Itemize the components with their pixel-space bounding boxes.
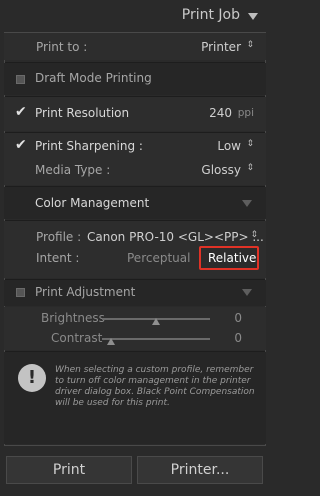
- print-sharpening-row: ✔ Print Sharpening : Low ⇕ Media Type : …: [4, 133, 266, 185]
- updown-arrows-icon[interactable]: ⇕: [246, 140, 254, 149]
- intent-option-relative-label: Relative: [208, 251, 257, 265]
- profile-select[interactable]: Canon PRO-10 <GL><PP> ...: [87, 230, 264, 244]
- brightness-value[interactable]: 0: [234, 311, 242, 325]
- brightness-label: Brightness: [41, 311, 105, 325]
- collapse-triangle-icon[interactable]: [242, 200, 252, 207]
- contrast-slider-knob-icon[interactable]: [107, 338, 115, 345]
- panel-title: Print Job: [181, 7, 240, 23]
- note-line-4: will be used for this print.: [55, 398, 170, 408]
- info-note: ! When selecting a custom profile, remem…: [4, 352, 266, 444]
- intent-option-relative[interactable]: Relative: [199, 246, 259, 270]
- brightness-slider-knob-icon[interactable]: [152, 318, 160, 325]
- print-adjustment-label: Print Adjustment: [35, 285, 136, 299]
- media-type-select[interactable]: Glossy: [201, 163, 241, 177]
- draft-mode-row: Draft Mode Printing: [4, 63, 266, 95]
- print-to-row: Print to : Printer ⇕: [4, 33, 266, 60]
- intent-label: Intent :: [36, 251, 80, 265]
- intent-option-perceptual[interactable]: Perceptual: [127, 251, 190, 265]
- note-line-3: driver dialog box. Black Point Compensat…: [55, 387, 255, 397]
- print-resolution-value[interactable]: 240: [209, 106, 232, 120]
- print-to-select[interactable]: Printer: [201, 40, 241, 54]
- print-sharpening-checkmark-icon[interactable]: ✔: [15, 138, 27, 152]
- collapse-triangle-icon[interactable]: [248, 13, 258, 20]
- print-resolution-label: Print Resolution: [35, 106, 130, 120]
- color-management-header[interactable]: Color Management: [4, 187, 266, 219]
- updown-arrows-icon[interactable]: ⇕: [246, 164, 254, 173]
- panel-header[interactable]: Print Job: [0, 4, 270, 30]
- note-line-2: to turn off color management in the prin…: [55, 376, 251, 386]
- draft-mode-label: Draft Mode Printing: [35, 71, 152, 85]
- printer-button[interactable]: Printer...: [137, 456, 263, 484]
- contrast-slider[interactable]: [102, 338, 210, 340]
- print-job-panel: Print Job Print to : Printer ⇕ Draft Mod…: [0, 0, 270, 496]
- updown-arrows-icon[interactable]: ⇕: [250, 231, 258, 240]
- color-management-title: Color Management: [35, 196, 150, 210]
- collapse-triangle-icon[interactable]: [242, 289, 252, 296]
- contrast-value[interactable]: 0: [234, 331, 242, 345]
- print-resolution-unit: ppi: [237, 107, 254, 119]
- print-sharpening-label: Print Sharpening :: [35, 139, 143, 153]
- contrast-label: Contrast: [51, 331, 103, 345]
- draft-mode-checkbox[interactable]: [16, 75, 25, 84]
- print-sharpening-select[interactable]: Low: [217, 139, 241, 153]
- print-button[interactable]: Print: [6, 456, 132, 484]
- print-resolution-checkmark-icon[interactable]: ✔: [15, 105, 27, 119]
- print-adjustment-checkbox[interactable]: [16, 288, 25, 297]
- print-adjustment-body: Brightness 0 Contrast 0: [4, 307, 266, 350]
- print-adjustment-header[interactable]: Print Adjustment: [4, 280, 266, 306]
- print-resolution-row: ✔ Print Resolution 240 ppi: [4, 97, 266, 131]
- warning-icon: !: [18, 364, 46, 392]
- updown-arrows-icon[interactable]: ⇕: [246, 41, 254, 50]
- note-line-1: When selecting a custom profile, remembe…: [55, 365, 254, 375]
- print-to-label: Print to :: [36, 40, 88, 54]
- media-type-label: Media Type :: [35, 163, 111, 177]
- profile-label: Profile :: [36, 230, 82, 244]
